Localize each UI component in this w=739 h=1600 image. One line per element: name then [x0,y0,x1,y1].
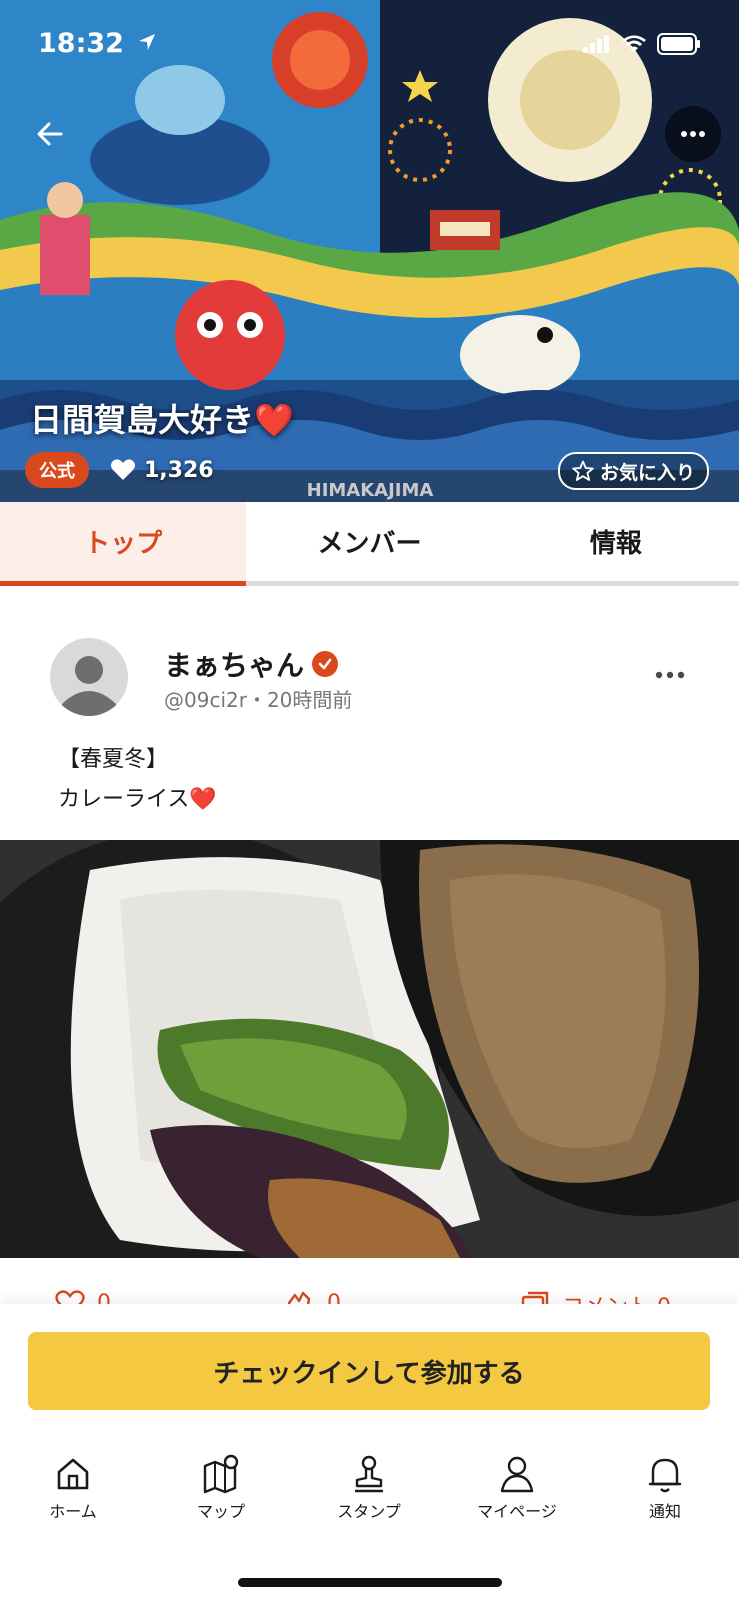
star-outline-icon [572,460,594,481]
like-count-value: 1,326 [144,457,214,483]
nav-map[interactable]: マップ [166,1454,276,1522]
avatar[interactable] [50,638,128,716]
nav-notifications-label: 通知 [648,1502,681,1521]
nav-map-label: マップ [196,1502,245,1521]
tab-top[interactable]: トップ [0,502,247,586]
checkin-join-button[interactable]: チェックインして参加する [28,1332,710,1410]
ellipsis-icon [681,131,705,137]
more-options-button[interactable] [665,106,721,162]
post-photo[interactable] [0,840,739,1258]
nav-stamp-label: スタンプ [337,1502,401,1521]
person-icon [500,1456,534,1493]
post-header: まぁちゃん @09ci2r・20時間前 [50,638,690,718]
favorite-button[interactable]: お気に入り [558,452,710,490]
banner-art-text: HIMAKAJIMA [307,480,434,501]
verified-badge-icon [312,651,339,677]
map-icon [203,1454,239,1494]
nav-mypage[interactable]: マイページ [462,1454,572,1522]
battery-icon [657,33,701,59]
heart-icon [111,459,135,480]
nav-home-label: ホーム [49,1502,97,1521]
post-text-line-1: 【春夏冬】 [58,747,169,772]
wifi-icon [621,34,647,58]
curry-photo-illustration [0,840,739,1258]
nav-stamp[interactable]: スタンプ [314,1454,424,1522]
arrow-left-icon [37,122,63,146]
home-icon [57,1458,89,1490]
cellular-signal-icon [583,35,611,57]
author-name-text: まぁちゃん [164,649,305,682]
bell-icon [648,1458,682,1493]
cta-area: チェックインして参加する [0,1304,739,1432]
back-button[interactable] [30,114,70,154]
nav-home[interactable]: ホーム [18,1454,128,1522]
status-bar: 18:32 [0,0,739,90]
nav-notifications[interactable]: 通知 [610,1454,720,1522]
community-title: 日間賀島大好き❤️ [30,401,294,439]
tab-info[interactable]: 情報 [493,502,739,581]
ellipsis-icon [655,671,685,679]
tab-bar: トップ メンバー 情報 [0,502,739,586]
default-avatar-icon [62,656,116,716]
nav-mypage-label: マイページ [477,1502,557,1521]
bottom-nav: ホーム マップ スタンプ マイページ 通知 [0,1432,739,1600]
post-more-button[interactable] [650,660,690,690]
status-icons [583,33,701,59]
community-banner: HIMAKAJIMA 18:32 日間賀島大好き❤️ 公式 1,326 お気に入… [0,0,739,502]
community-like-count: 1,326 [110,452,214,488]
location-arrow-icon [137,28,157,59]
tab-members[interactable]: メンバー [246,502,492,581]
stamp-icon [355,1455,383,1493]
status-time-text: 18:32 [38,28,124,59]
post-body: 【春夏冬】 カレーライス❤️ [58,740,217,820]
post-author[interactable]: まぁちゃん [164,644,339,684]
post-meta: @09ci2r・20時間前 [164,688,353,712]
status-time: 18:32 [38,28,157,59]
home-indicator [238,1578,502,1587]
favorite-label: お気に入り [600,461,696,484]
official-badge: 公式 [25,452,89,488]
post-text-line-2: カレーライス❤️ [58,787,217,812]
